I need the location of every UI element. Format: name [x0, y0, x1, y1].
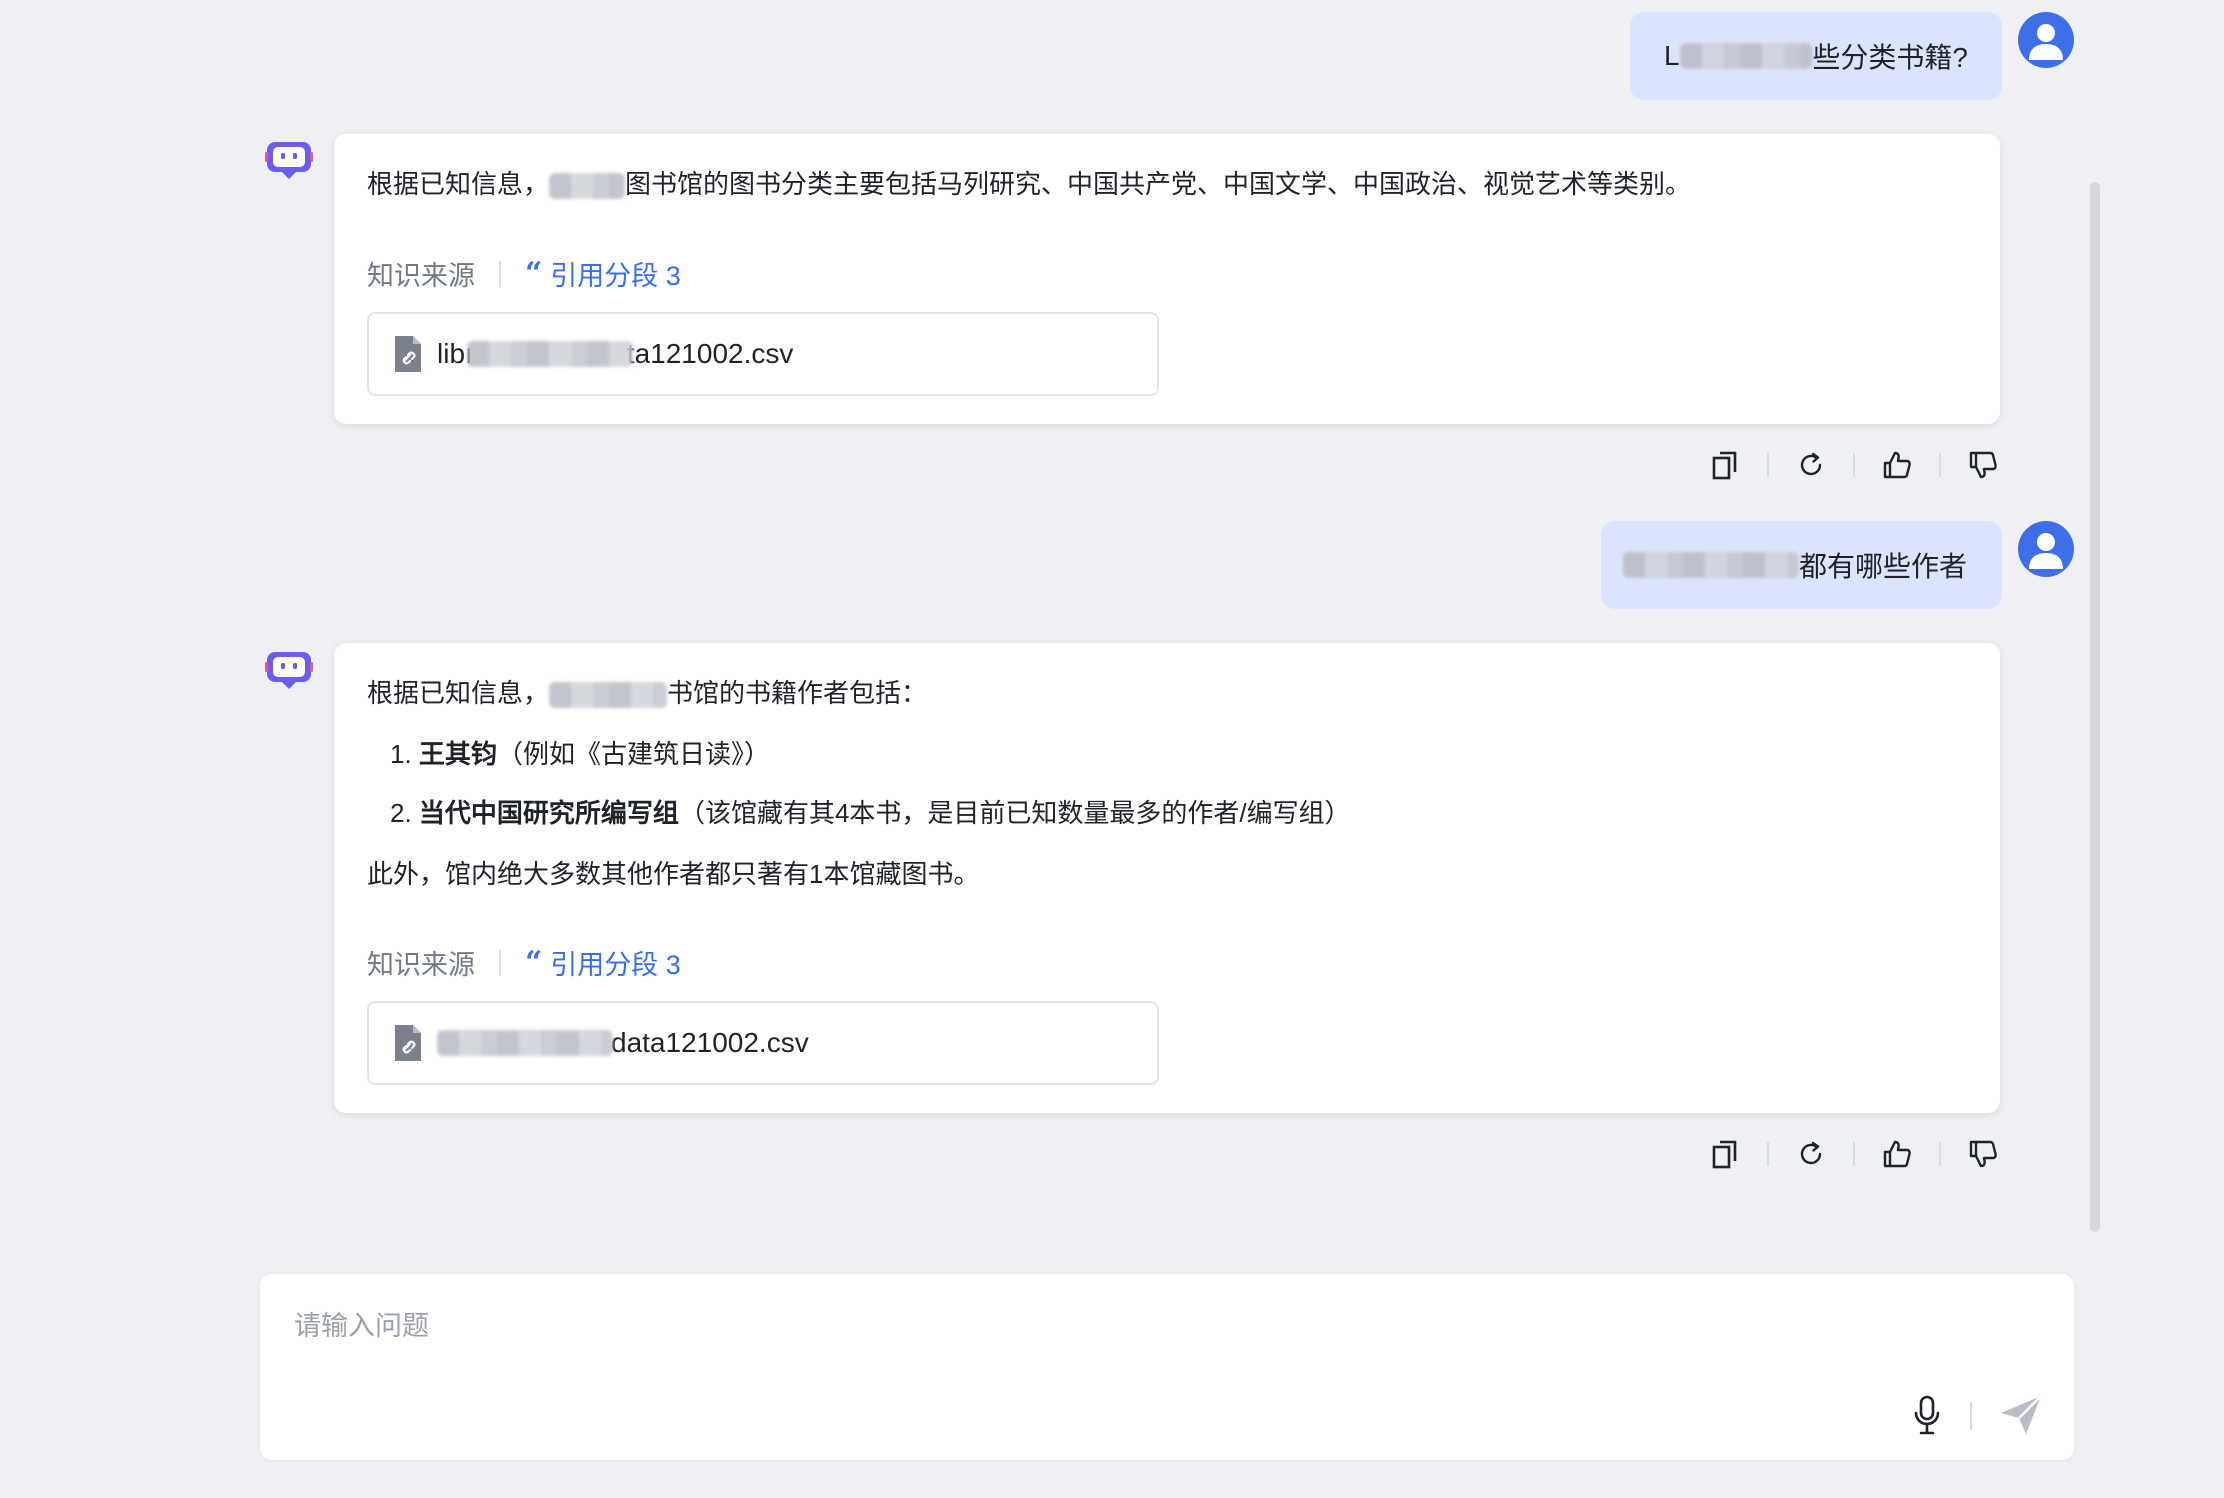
list-item-number: 1. — [390, 739, 412, 769]
user-message-bubble: 都有哪些作者 — [1601, 521, 2002, 609]
file-link-icon — [395, 1025, 421, 1061]
bot-avatar-icon — [264, 135, 314, 190]
microphone-icon[interactable] — [1912, 1394, 1942, 1438]
answer-text-prefix: 根据已知信息， — [367, 678, 550, 708]
thumbs-up-icon[interactable] — [1880, 448, 1914, 482]
thumbs-down-icon[interactable] — [1966, 1137, 2000, 1171]
divider — [1970, 1402, 1972, 1430]
message-actions — [1708, 448, 2000, 482]
message-actions — [1708, 1137, 2000, 1171]
knowledge-source-label: 知识来源 — [367, 261, 475, 291]
divider — [1767, 453, 1769, 477]
divider — [499, 260, 501, 287]
redacted-text — [466, 341, 633, 367]
answer-text: 根据已知信息， 书馆的书籍作者包括： — [367, 673, 927, 713]
knowledge-source-label: 知识来源 — [367, 950, 475, 980]
user-avatar-icon — [2018, 12, 2074, 68]
source-file-item[interactable]: libı ta121002.csv — [367, 312, 1159, 396]
answer-closing-text: 此外，馆内绝大多数其他作者都只著有1本馆藏图书。 — [367, 859, 980, 889]
divider — [1853, 1142, 1855, 1166]
refresh-icon[interactable] — [1794, 448, 1828, 482]
redacted-text — [1679, 43, 1813, 69]
user-message-text-suffix: 都有哪些作者 — [1799, 551, 1968, 582]
list-item-bold: 当代中国研究所编写组 — [418, 798, 679, 828]
citation-link[interactable]: 引用分段 3 — [550, 254, 681, 293]
quote-icon: “ — [525, 945, 543, 980]
answer-text-suffix: 图书馆的图书分类主要包括马列研究、中国共产党、中国文学、中国政治、视觉艺术等类别… — [625, 169, 1692, 199]
question-input[interactable] — [294, 1304, 1994, 1364]
bot-avatar-icon — [264, 645, 314, 700]
file-name-suffix: data121002.csv — [611, 1027, 809, 1058]
file-name-suffix: ta121002.csv — [626, 338, 794, 369]
file-link-icon — [395, 336, 421, 372]
redacted-text — [437, 1030, 613, 1056]
redacted-text — [549, 173, 626, 200]
assistant-answer-card: 根据已知信息， 书馆的书籍作者包括： 1. 王其钧（例如《古建筑日读》） 2. 当… — [334, 643, 2000, 1113]
user-message-bubble: L 些分类书籍? — [1630, 12, 2002, 100]
redacted-text — [1623, 552, 1799, 578]
chat-scrollbar[interactable] — [2090, 182, 2100, 1232]
quote-icon: “ — [525, 256, 543, 291]
answer-text: 根据已知信息， 图书馆的图书分类主要包括马列研究、中国共产党、中国文学、中国政治、… — [367, 164, 1691, 204]
user-message-text-suffix: 些分类书籍? — [1812, 42, 1968, 73]
source-file-item[interactable]: data121002.csv — [367, 1001, 1159, 1085]
divider — [499, 949, 501, 976]
user-avatar-icon — [2018, 521, 2074, 577]
thumbs-down-icon[interactable] — [1966, 448, 2000, 482]
copy-icon[interactable] — [1708, 448, 1742, 482]
list-item-number: 2. — [390, 798, 412, 828]
thumbs-up-icon[interactable] — [1880, 1137, 1914, 1171]
list-item-text: （例如《古建筑日读》） — [496, 739, 770, 769]
knowledge-source-row: 知识来源 “ 引用分段 3 — [367, 943, 681, 982]
divider — [1939, 453, 1941, 477]
citation-link[interactable]: 引用分段 3 — [550, 943, 681, 982]
divider — [1853, 453, 1855, 477]
divider — [1767, 1142, 1769, 1166]
question-input-box — [260, 1274, 2074, 1460]
answer-text-prefix: 根据已知信息， — [367, 169, 550, 199]
assistant-answer-card: 根据已知信息， 图书馆的图书分类主要包括马列研究、中国共产党、中国文学、中国政治、… — [334, 134, 2000, 424]
send-icon[interactable] — [1998, 1392, 2044, 1438]
answer-text-suffix: 书馆的书籍作者包括： — [667, 678, 928, 708]
copy-icon[interactable] — [1708, 1137, 1742, 1171]
list-item-bold: 王其钧 — [418, 739, 497, 769]
knowledge-source-row: 知识来源 “ 引用分段 3 — [367, 254, 681, 293]
divider — [1939, 1142, 1941, 1166]
redacted-text — [549, 682, 668, 709]
list-item: 2. 当代中国研究所编写组（该馆藏有其4本书，是目前已知数量最多的作者/编写组） — [390, 793, 1351, 833]
refresh-icon[interactable] — [1794, 1137, 1828, 1171]
list-item: 1. 王其钧（例如《古建筑日读》） — [390, 734, 770, 774]
user-message-text-prefix: L — [1664, 40, 1680, 71]
list-item-text: （该馆藏有其4本书，是目前已知数量最多的作者/编写组） — [678, 798, 1351, 828]
